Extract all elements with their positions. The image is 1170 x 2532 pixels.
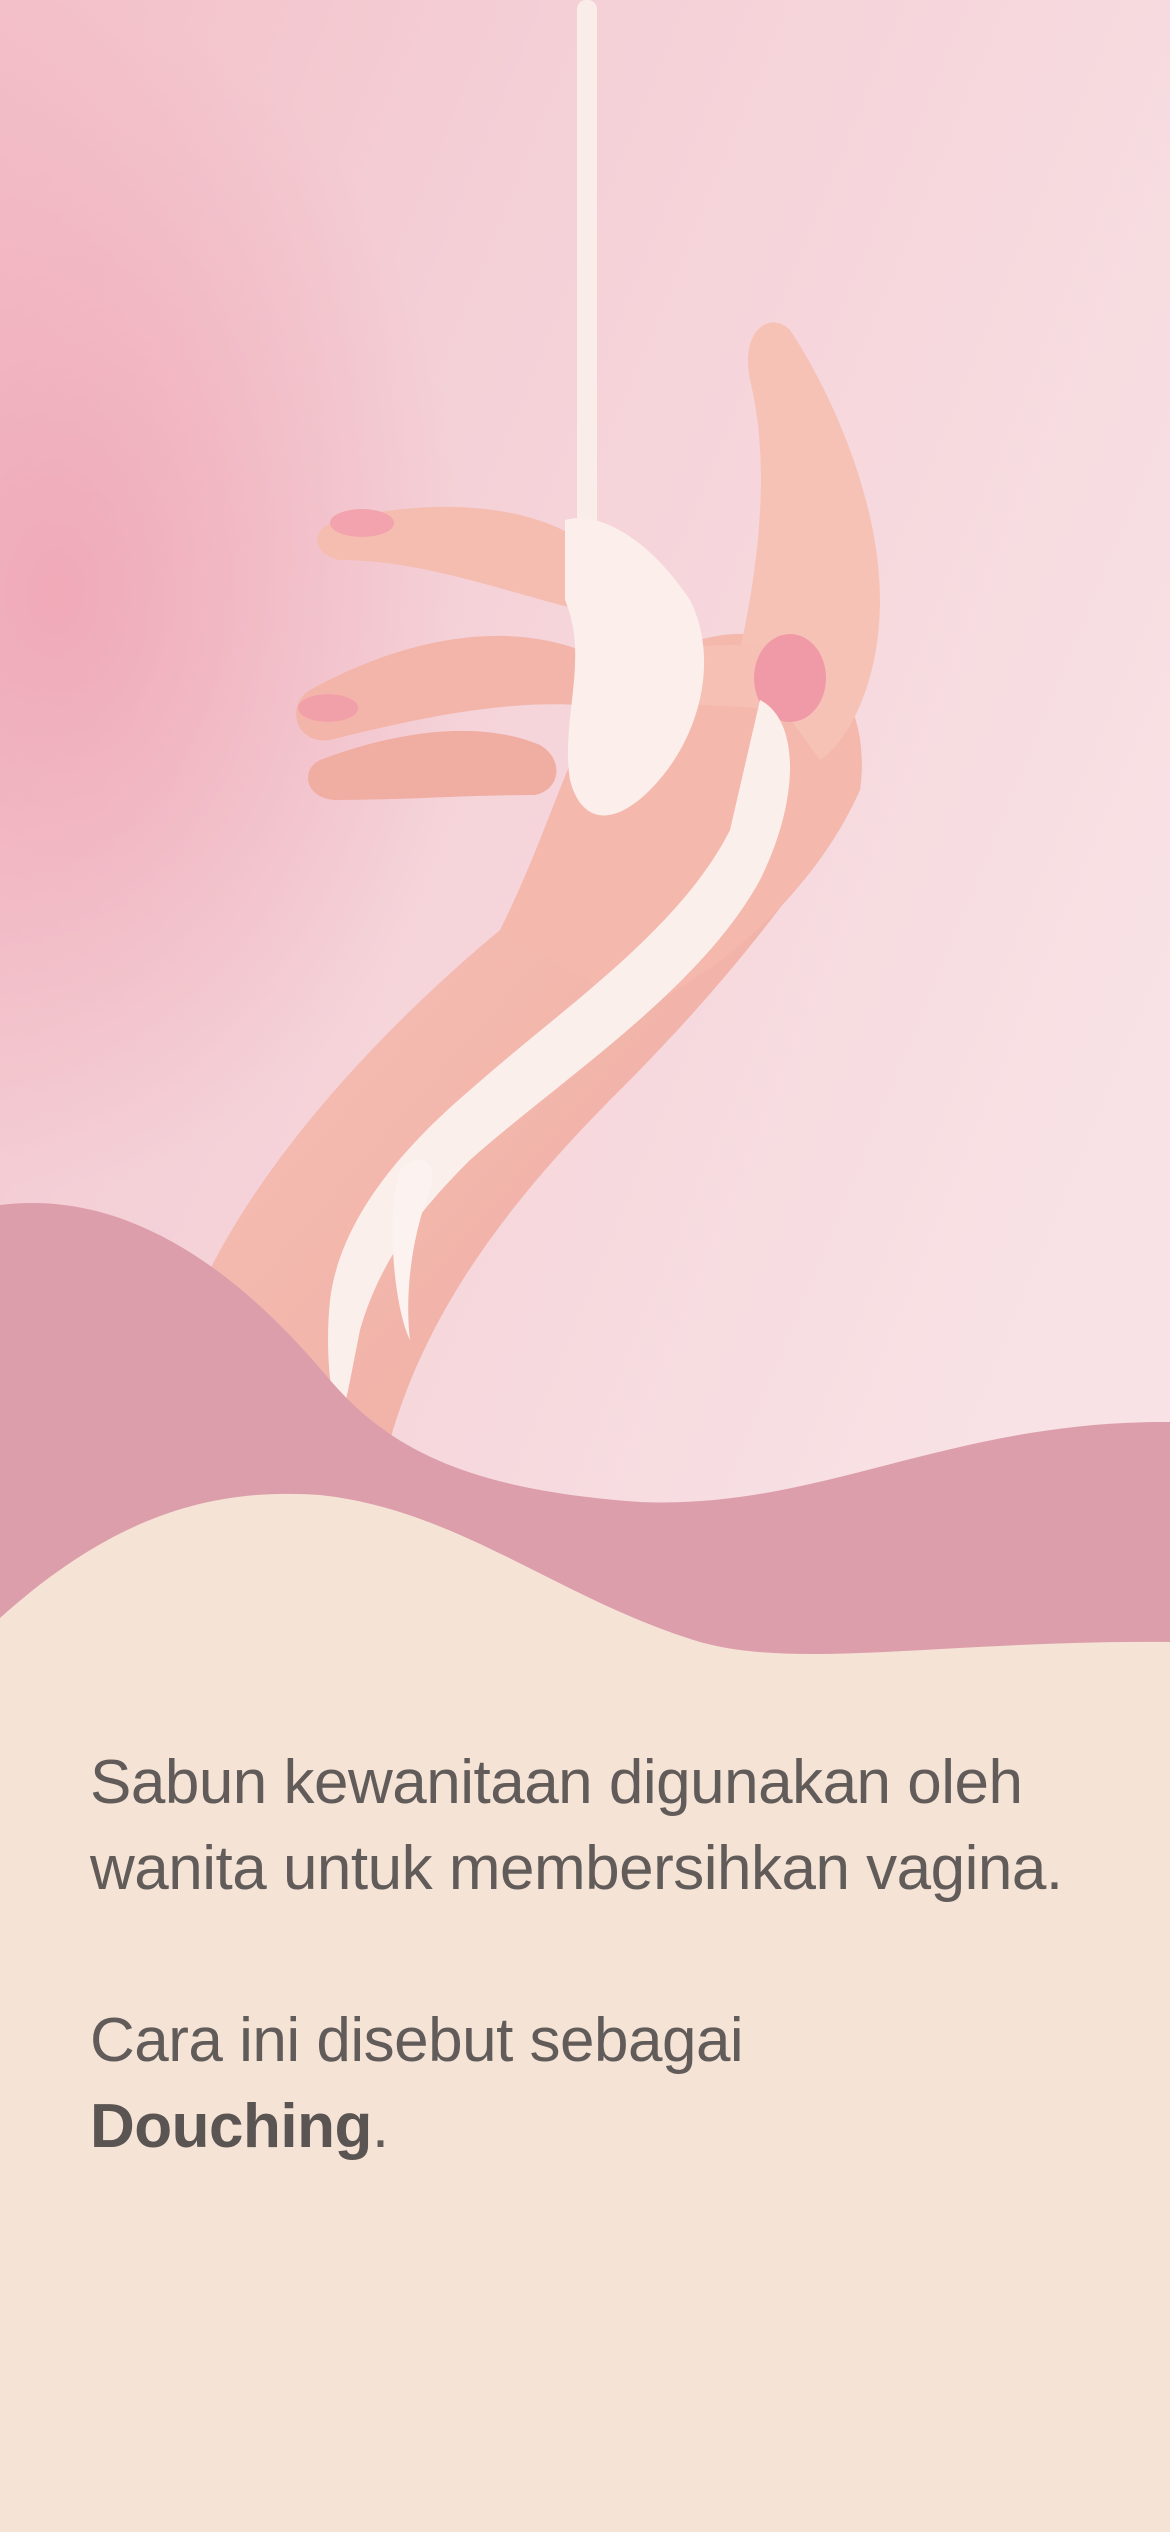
wave-icon bbox=[0, 1202, 1170, 1770]
douching-suffix: . bbox=[371, 2092, 389, 2161]
intro-paragraph: Sabun kewanitaan digunakan oleh wanita u… bbox=[90, 1748, 1063, 1903]
wave-divider bbox=[0, 1150, 1170, 1770]
content-text: Sabun kewanitaan digunakan oleh wanita u… bbox=[90, 1740, 1100, 2170]
onboarding-screen: Sabun kewanitaan digunakan oleh wanita u… bbox=[0, 0, 1170, 2532]
douching-paragraph: Cara ini disebut sebagai Douching. bbox=[90, 1998, 1100, 2170]
douching-prefix: Cara ini disebut sebagai bbox=[90, 2006, 744, 2075]
douching-term: Douching bbox=[90, 2092, 372, 2161]
